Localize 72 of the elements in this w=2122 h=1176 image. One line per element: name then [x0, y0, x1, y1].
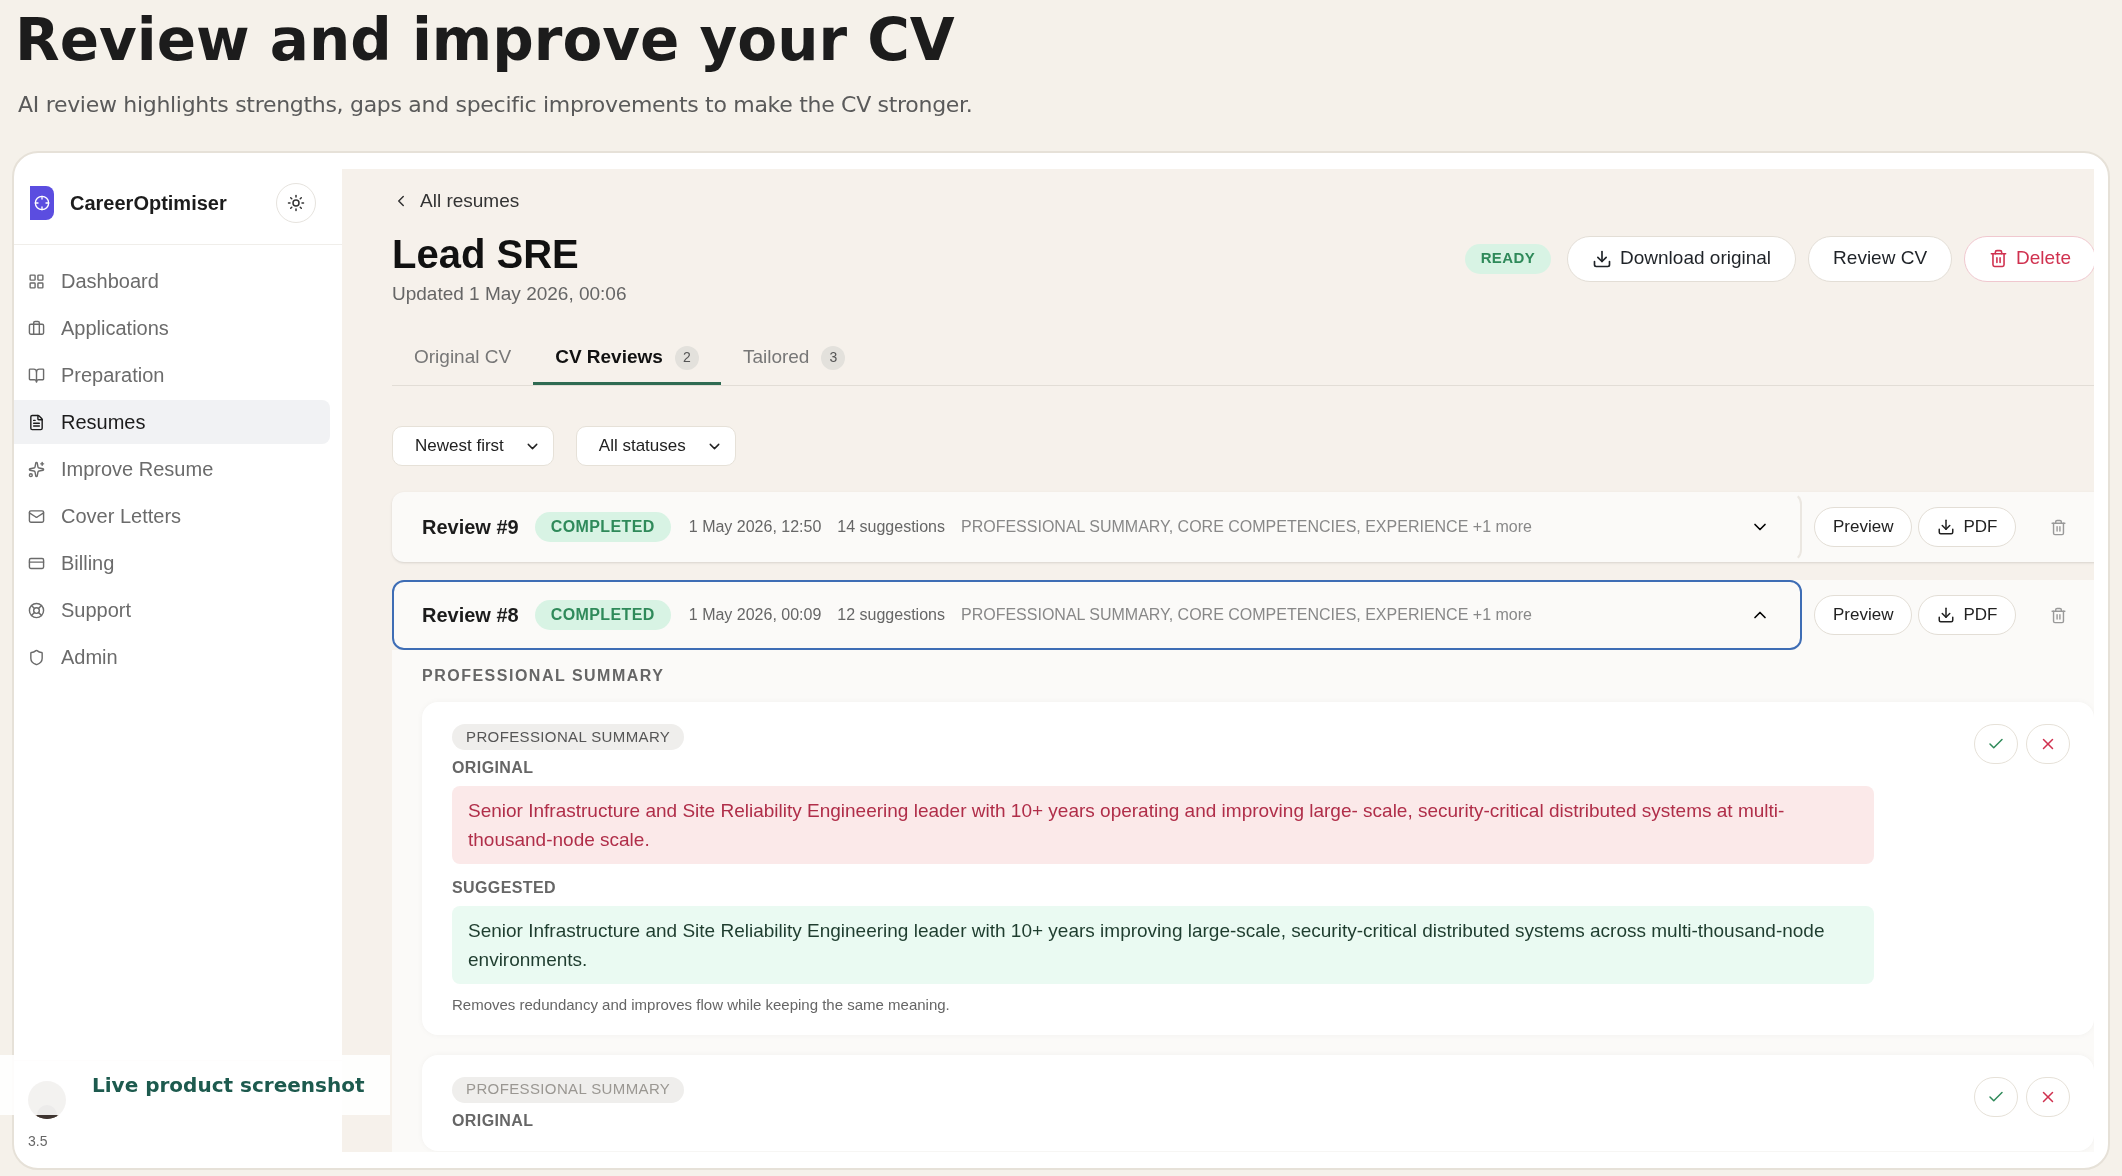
version-label: 3.5: [28, 1132, 49, 1151]
review-header[interactable]: Review #9 COMPLETED 1 May 2026, 12:50 14 suggestions PROFESSIONAL SUMMARY, CORE COMPETENCIES, EXPERIENCE +1 more: [392, 492, 1802, 562]
original-text: Senior Infrastructure and Site Reliability Engineering leader with 10+ years operating and improving large- scale, security-critical distributed systems at multi-thousand-node scale.: [452, 786, 1874, 864]
review-date: 1 May 2026, 12:50: [688, 517, 822, 537]
resume-title: Lead SRE: [392, 230, 580, 278]
sidebar-item[interactable]: Improve Resume: [14, 447, 330, 491]
trash-icon[interactable]: [2050, 518, 2068, 536]
download-button[interactable]: Download original: [1567, 235, 1797, 282]
grid-icon: [28, 272, 45, 290]
review-date: 1 May 2026, 00:09: [688, 605, 822, 625]
updated-date: Updated 1 May 2026, 00:06: [392, 281, 627, 306]
status-badge: COMPLETED: [534, 512, 671, 542]
trash-icon: [1989, 249, 2009, 268]
sidebar-item[interactable]: Resumes: [14, 400, 330, 444]
review-title: Review #9: [422, 515, 519, 540]
pdf-button[interactable]: PDF: [1918, 595, 2017, 635]
delete-button[interactable]: Delete: [1964, 235, 2094, 282]
suggested-text: Senior Infrastructure and Site Reliability Engineering leader with 10+ years improving large-scale, security-critical distributed systems across multi-thousand-node environments.: [452, 906, 1874, 984]
suggestion-note: Removes redundancy and improves flow while keeping the same meaning.: [452, 995, 951, 1015]
tab[interactable]: Tailored 3: [720, 333, 868, 385]
logo-icon: [30, 185, 54, 220]
filter-dropdown[interactable]: All statuses: [575, 426, 736, 466]
pdf-button[interactable]: PDF: [1918, 507, 2017, 547]
section-heading: PROFESSIONAL SUMMARY: [422, 666, 666, 686]
mail-icon: [28, 507, 45, 525]
filter-dropdown[interactable]: Newest first: [392, 426, 554, 466]
review-title: Review #8: [422, 603, 519, 628]
sidebar-item[interactable]: Admin: [14, 635, 330, 679]
status-badge: COMPLETED: [534, 600, 671, 630]
section-tag: PROFESSIONAL SUMMARY: [452, 1076, 685, 1103]
briefcase-icon: [28, 319, 45, 337]
download-icon: [1592, 248, 1613, 269]
reject-button[interactable]: [2026, 724, 2070, 764]
accept-button[interactable]: [1974, 724, 2018, 764]
download-icon: [1937, 606, 1956, 624]
sidebar-item[interactable]: Cover Letters: [14, 494, 330, 538]
brand-name: CareerOptimiser: [70, 190, 227, 216]
shield-icon: [28, 648, 45, 666]
sidebar-item[interactable]: Dashboard: [14, 259, 330, 303]
tab[interactable]: CV Reviews 2: [533, 333, 721, 385]
sidebar-item[interactable]: Preparation: [14, 353, 330, 397]
section-list: PROFESSIONAL SUMMARY, CORE COMPETENCIES, EXPERIENCE +1 more: [960, 515, 1532, 539]
original-label: ORIGINAL: [452, 1110, 535, 1131]
trash-icon[interactable]: [2050, 606, 2068, 624]
suggestion-count: 14 suggestions: [837, 517, 945, 537]
sidebar-item[interactable]: Support: [14, 588, 330, 632]
original-label: ORIGINAL: [452, 758, 535, 778]
accept-button[interactable]: [1974, 1076, 2018, 1117]
download-icon: [1937, 518, 1956, 536]
sun-icon: [287, 193, 305, 212]
page-subtitle: AI review highlights strengths, gaps and specific improvements to make the CV stronger.: [18, 91, 974, 119]
count-badge: 2: [674, 345, 699, 370]
sidebar-item[interactable]: Applications: [14, 306, 330, 350]
review-button[interactable]: Review CV: [1808, 235, 1953, 282]
preview-button[interactable]: Preview: [1814, 507, 1913, 547]
suggested-label: SUGGESTED: [452, 878, 558, 898]
suggestion-count: 12 suggestions: [837, 605, 945, 625]
back-link[interactable]: All resumes: [392, 187, 2094, 216]
section-list: PROFESSIONAL SUMMARY, CORE COMPETENCIES, EXPERIENCE +1 more: [960, 603, 1532, 627]
preview-button[interactable]: Preview: [1814, 595, 1913, 635]
page-title: Review and improve your CV: [15, 5, 956, 76]
sparkle-icon: [28, 460, 45, 478]
status-badge: READY: [1464, 243, 1552, 274]
sidebar-item[interactable]: Billing: [14, 541, 330, 585]
count-badge: 3: [821, 345, 846, 370]
lifebuoy-icon: [28, 601, 45, 619]
document-icon: [28, 413, 45, 431]
live-screenshot-badge: Live product screenshot: [0, 1055, 390, 1115]
tab[interactable]: Original CV: [392, 333, 534, 385]
reject-button[interactable]: [2026, 1076, 2070, 1117]
book-icon: [28, 366, 45, 384]
section-tag: PROFESSIONAL SUMMARY: [452, 724, 685, 750]
